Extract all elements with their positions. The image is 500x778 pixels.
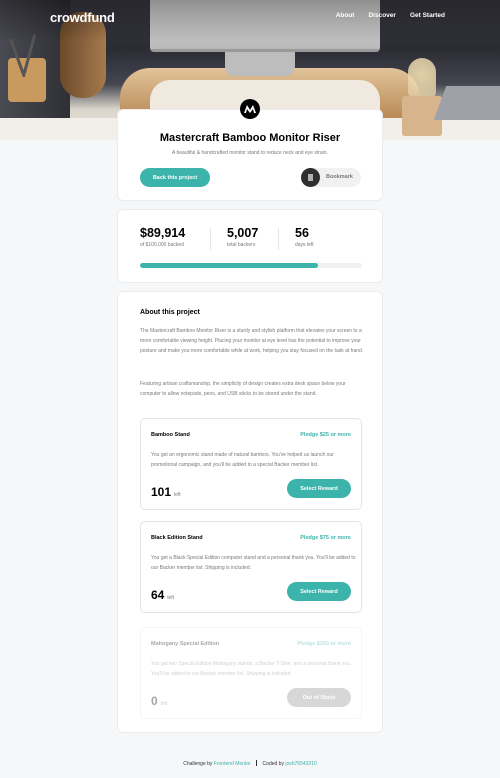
footer-frontend-mentor-link[interactable]: Frontend Mentor <box>214 761 251 767</box>
about-title: About this project <box>140 309 200 316</box>
reward-pledge: Pledge $75 or more <box>300 535 351 541</box>
funding-progress-bar <box>140 263 362 268</box>
reward-remaining-label: left <box>160 701 168 707</box>
footer-challenge-text: Challenge by <box>183 761 213 767</box>
reward-description: You get two Special Edition Mahogany sta… <box>151 661 352 677</box>
reward-name: Bamboo Stand <box>151 432 190 438</box>
reward-description: You get an ergonomic stand made of natur… <box>151 452 334 468</box>
funding-progress-fill <box>140 263 318 268</box>
top-nav: crowdfund About Discover Get Started <box>50 10 450 25</box>
project-subtitle: A beautiful & handcrafted monitor stand … <box>172 150 328 156</box>
nav-link-about[interactable]: About <box>336 12 355 19</box>
about-card: About this project The Mastercraft Bambo… <box>117 291 383 733</box>
reward-pledge: Pledge $200 or more <box>297 641 351 647</box>
bookmark-button[interactable]: Bookmark <box>301 168 361 187</box>
mastercraft-logo-icon <box>244 105 256 113</box>
stat-divider <box>210 228 211 250</box>
stat-backed-amount: $89,914 <box>140 226 186 240</box>
reward-remaining: 101 left <box>151 483 181 501</box>
reward-remaining-count: 101 <box>151 485 172 499</box>
reward-card-black-edition: Black Edition Stand Pledge $75 or more Y… <box>140 521 362 613</box>
project-logo <box>240 99 260 119</box>
reward-remaining-label: left <box>167 595 175 601</box>
select-reward-button[interactable]: Select Reward <box>287 582 351 601</box>
stat-backers-count: 5,007 <box>227 226 259 240</box>
footer-separator <box>256 760 258 766</box>
reward-card-bamboo: Bamboo Stand Pledge $25 or more You get … <box>140 418 362 510</box>
stat-backed: $89,914 of $100,000 backed <box>140 226 185 248</box>
nav-link-get-started[interactable]: Get Started <box>410 12 445 19</box>
stat-backed-label: of $100,000 backed <box>140 242 184 248</box>
project-title: Mastercraft Bamboo Monitor Riser <box>159 132 341 144</box>
stat-days: 56 days left <box>295 226 314 248</box>
stat-divider <box>278 228 279 250</box>
select-reward-button[interactable]: Select Reward <box>287 479 351 498</box>
footer-author-link[interactable]: josh76543210 <box>285 761 316 767</box>
reward-remaining-count: 0 <box>151 694 158 708</box>
bookmark-icon <box>301 168 320 187</box>
footer-coded-text: Coded by <box>262 761 284 767</box>
nav-link-discover[interactable]: Discover <box>368 12 395 19</box>
reward-description: You get a Black Special Edition computer… <box>151 555 356 571</box>
reward-pledge: Pledge $25 or more <box>300 432 351 438</box>
out-of-stock-button: Out of Stock <box>287 688 351 707</box>
back-project-button[interactable]: Back this project <box>140 168 210 187</box>
reward-remaining: 64 left <box>151 586 174 604</box>
reward-remaining: 0 left <box>151 692 167 710</box>
bookmark-label: Bookmark <box>326 174 353 180</box>
reward-name: Mahogany Special Edition <box>151 641 220 647</box>
about-paragraph: Featuring artisan craftsmanship, the sim… <box>140 381 346 397</box>
logo[interactable]: crowdfund <box>50 10 115 25</box>
about-paragraph: The Mastercraft Bamboo Monitor Riser is … <box>140 328 364 354</box>
stat-backers-label: total backers <box>227 242 256 248</box>
reward-name: Black Edition Stand <box>151 535 203 541</box>
project-header-card: Mastercraft Bamboo Monitor Riser A beaut… <box>117 109 383 201</box>
reward-card-mahogany: Mahogany Special Edition Pledge $200 or … <box>140 627 362 719</box>
stat-days-label: days left <box>295 242 314 248</box>
footer-attribution: Challenge by Frontend Mentor Coded by jo… <box>0 760 500 767</box>
stat-days-count: 56 <box>295 226 309 240</box>
reward-remaining-count: 64 <box>151 588 165 602</box>
nav-links: About Discover Get Started <box>336 12 445 19</box>
reward-remaining-label: left <box>174 492 181 498</box>
stat-backers: 5,007 total backers <box>227 226 258 248</box>
stats-card: $89,914 of $100,000 backed 5,007 total b… <box>117 209 383 283</box>
